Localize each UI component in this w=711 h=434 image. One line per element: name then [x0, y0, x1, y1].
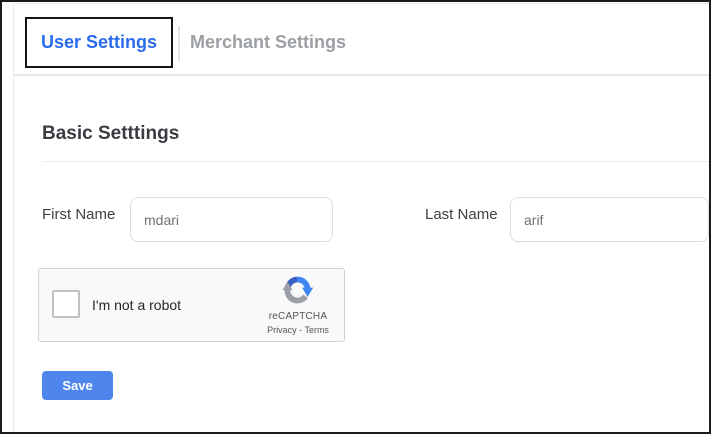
tab-merchant-settings[interactable]: Merchant Settings	[190, 31, 346, 53]
last-name-label: Last Name	[425, 206, 498, 224]
first-name-label: First Name	[42, 206, 115, 224]
recaptcha-brand-text: reCAPTCHA	[252, 311, 344, 322]
tab-divider	[178, 26, 180, 61]
tab-user-settings[interactable]: User Settings	[41, 32, 157, 53]
card-top-border	[13, 3, 711, 4]
user-settings-highlight-box: User Settings	[25, 17, 173, 68]
recaptcha-label: I'm not a robot	[92, 297, 181, 313]
save-button[interactable]: Save	[42, 371, 113, 400]
section-divider	[42, 161, 711, 162]
settings-page: User Settings Merchant Settings Basic Se…	[0, 0, 711, 434]
first-name-input[interactable]	[130, 197, 333, 242]
recaptcha-links: Privacy - Terms	[252, 325, 344, 335]
recaptcha-widget: I'm not a robot reCAPTCHA Privacy - Term…	[38, 268, 345, 342]
card-left-border	[13, 3, 14, 434]
recaptcha-terms-link[interactable]: Terms	[304, 325, 329, 335]
recaptcha-logo-icon	[281, 273, 314, 306]
page-title: Basic Setttings	[42, 121, 179, 147]
recaptcha-links-separator: -	[299, 325, 302, 335]
recaptcha-privacy-link[interactable]: Privacy	[267, 325, 297, 335]
tabbar-underline	[13, 74, 711, 76]
last-name-input[interactable]	[510, 197, 709, 242]
recaptcha-checkbox[interactable]	[52, 290, 80, 318]
